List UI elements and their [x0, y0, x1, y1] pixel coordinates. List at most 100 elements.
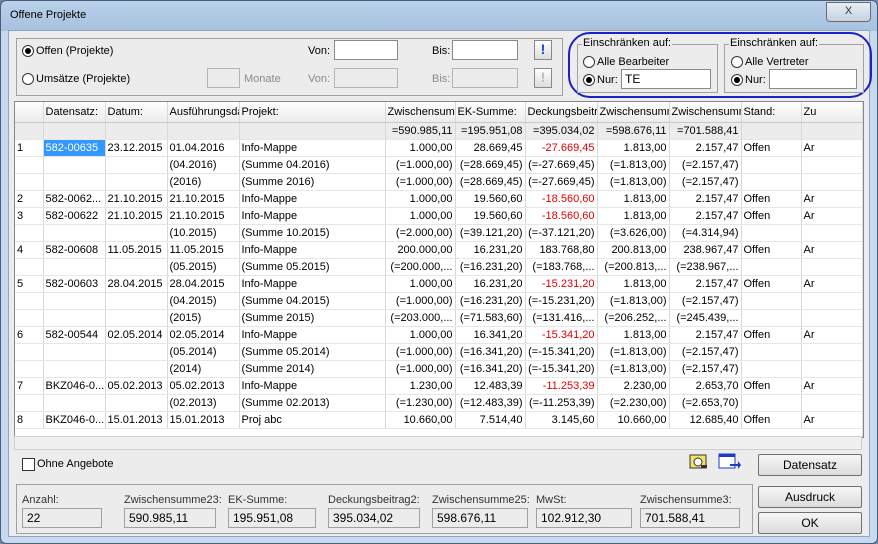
table-cell[interactable]: Offen — [741, 275, 802, 293]
table-cell[interactable]: (=183.768,... — [525, 258, 598, 276]
table-cell[interactable] — [105, 394, 168, 412]
table-cell[interactable] — [105, 360, 168, 378]
table-cell[interactable]: (2014) — [167, 360, 240, 378]
table-cell[interactable]: Ar — [801, 139, 863, 157]
table-cell[interactable]: BKZ046-0... — [43, 377, 106, 395]
ohne-angebote-checkbox[interactable] — [22, 458, 35, 471]
table-cell[interactable]: Info-Mappe — [239, 139, 386, 157]
table-cell[interactable]: Ar — [801, 326, 863, 344]
table-cell[interactable] — [741, 173, 802, 191]
table-cell[interactable]: 1.813,00 — [597, 275, 670, 293]
table-cell[interactable]: (04.2015) — [167, 292, 240, 310]
table-cell[interactable]: Info-Mappe — [239, 190, 386, 208]
table-cell[interactable]: -11.253,39 — [525, 377, 598, 395]
table-cell[interactable]: Offen — [741, 139, 802, 157]
table-cell[interactable]: (=1.000,00) — [385, 343, 456, 361]
table-cell[interactable]: 12.685,40 — [669, 411, 742, 429]
ok-button[interactable]: OK — [758, 512, 862, 534]
table-cell[interactable]: 11.05.2015 — [105, 241, 168, 259]
table-cell[interactable]: -15.231,20 — [525, 275, 598, 293]
table-cell[interactable]: 1.813,00 — [597, 207, 670, 225]
table-cell[interactable]: Ar — [801, 207, 863, 225]
horizontal-scrollbar[interactable] — [14, 436, 862, 450]
table-cell[interactable]: 15.01.2013 — [105, 411, 168, 429]
table-cell[interactable]: 16.231,20 — [455, 275, 526, 293]
table-cell[interactable]: 582-00635 — [43, 139, 106, 157]
table-cell[interactable]: (=2.157,47) — [669, 173, 742, 191]
table-row[interactable]: 2 582-0062... 21.10.2015 21.10.2015 Info-Map… — [15, 190, 863, 208]
table-cell[interactable]: 1.813,00 — [597, 139, 670, 157]
table-cell[interactable] — [741, 156, 802, 174]
column-header[interactable]: Zwischensumm — [385, 102, 456, 123]
table-cell[interactable]: 200.813,00 — [597, 241, 670, 259]
table-row[interactable]: (04.2015) (Summe 04.2015) (=1.000,00) (=16.… — [15, 292, 863, 310]
table-cell[interactable]: 02.05.2014 — [167, 326, 240, 344]
table-cell[interactable]: Ar — [801, 275, 863, 293]
table-cell[interactable] — [801, 360, 863, 378]
table-cell[interactable]: 1.230,00 — [385, 377, 456, 395]
von-input-disabled[interactable] — [334, 68, 398, 88]
table-cell[interactable] — [15, 292, 44, 310]
table-cell[interactable] — [15, 360, 44, 378]
table-cell[interactable] — [801, 292, 863, 310]
table-cell[interactable]: (=2.230,00) — [597, 394, 670, 412]
table-cell[interactable] — [741, 258, 802, 276]
table-cell[interactable]: (=12.483,39) — [455, 394, 526, 412]
table-cell[interactable] — [15, 156, 44, 174]
table-cell[interactable]: 582-00608 — [43, 241, 106, 259]
table-cell[interactable]: 16.341,20 — [455, 326, 526, 344]
table-cell[interactable]: (2016) — [167, 173, 240, 191]
table-cell[interactable]: 582-00622 — [43, 207, 106, 225]
table-cell[interactable]: 21.10.2015 — [105, 207, 168, 225]
table-cell[interactable] — [741, 360, 802, 378]
table-cell[interactable] — [105, 258, 168, 276]
table-cell[interactable] — [105, 292, 168, 310]
table-cell[interactable] — [105, 309, 168, 327]
table-cell[interactable] — [43, 343, 106, 361]
table-row[interactable]: (2014) (Summe 2014) (=1.000,00) (=16.341,20… — [15, 360, 863, 378]
table-cell[interactable] — [105, 173, 168, 191]
table-cell[interactable]: (=4.314,94) — [669, 224, 742, 242]
table-cell[interactable] — [801, 156, 863, 174]
table-row[interactable]: (2015) (Summe 2015) (=203.000,... (=71.583,… — [15, 309, 863, 327]
table-cell[interactable]: (=245.439,... — [669, 309, 742, 327]
table-cell[interactable]: (=1.813,00) — [597, 360, 670, 378]
table-cell[interactable]: (=-37.121,20) — [525, 224, 598, 242]
table-cell[interactable]: 28.04.2015 — [167, 275, 240, 293]
table-cell[interactable]: 582-00603 — [43, 275, 106, 293]
column-header[interactable]: Stand: — [741, 102, 802, 123]
title-bar[interactable] — [0, 0, 876, 30]
table-cell[interactable]: (=1.000,00) — [385, 173, 456, 191]
table-cell[interactable] — [105, 156, 168, 174]
table-cell[interactable]: 05.02.2013 — [105, 377, 168, 395]
exclamation-button-disabled[interactable]: ! — [534, 68, 552, 88]
table-cell[interactable] — [801, 394, 863, 412]
vertical-scrollbar[interactable] — [862, 102, 863, 437]
column-header[interactable]: Zu — [801, 102, 863, 123]
table-cell[interactable]: 19.560,60 — [455, 207, 526, 225]
table-cell[interactable]: (=238.967,... — [669, 258, 742, 276]
table-cell[interactable]: 21.10.2015 — [167, 207, 240, 225]
table-cell[interactable]: (=39.121,20) — [455, 224, 526, 242]
table-cell[interactable]: (=2.157,47) — [669, 360, 742, 378]
table-row[interactable]: 6 582-00544 02.05.2014 02.05.2014 Info-Mappe… — [15, 326, 863, 344]
table-cell[interactable]: 1.000,00 — [385, 326, 456, 344]
table-cell[interactable]: Offen — [741, 377, 802, 395]
table-cell[interactable] — [105, 224, 168, 242]
table-cell[interactable]: Info-Mappe — [239, 241, 386, 259]
table-cell[interactable] — [43, 360, 106, 378]
table-cell[interactable]: Info-Mappe — [239, 275, 386, 293]
table-cell[interactable]: (=1.813,00) — [597, 343, 670, 361]
table-cell[interactable] — [43, 156, 106, 174]
table-cell[interactable] — [15, 394, 44, 412]
table-cell[interactable]: (=206.252,... — [597, 309, 670, 327]
table-cell[interactable]: 200.000,00 — [385, 241, 456, 259]
table-row[interactable]: 8 BKZ046-0... 15.01.2013 15.01.2013 Proj abc… — [15, 411, 863, 429]
table-cell[interactable]: Ar — [801, 377, 863, 395]
table-row[interactable]: (10.2015) (Summe 10.2015) (=2.000,00) (=39.… — [15, 224, 863, 242]
table-cell[interactable]: Info-Mappe — [239, 207, 386, 225]
table-cell[interactable]: 21.10.2015 — [167, 190, 240, 208]
table-cell[interactable]: (=2.000,00) — [385, 224, 456, 242]
table-cell[interactable] — [15, 343, 44, 361]
table-cell[interactable]: (=28.669,45) — [455, 156, 526, 174]
